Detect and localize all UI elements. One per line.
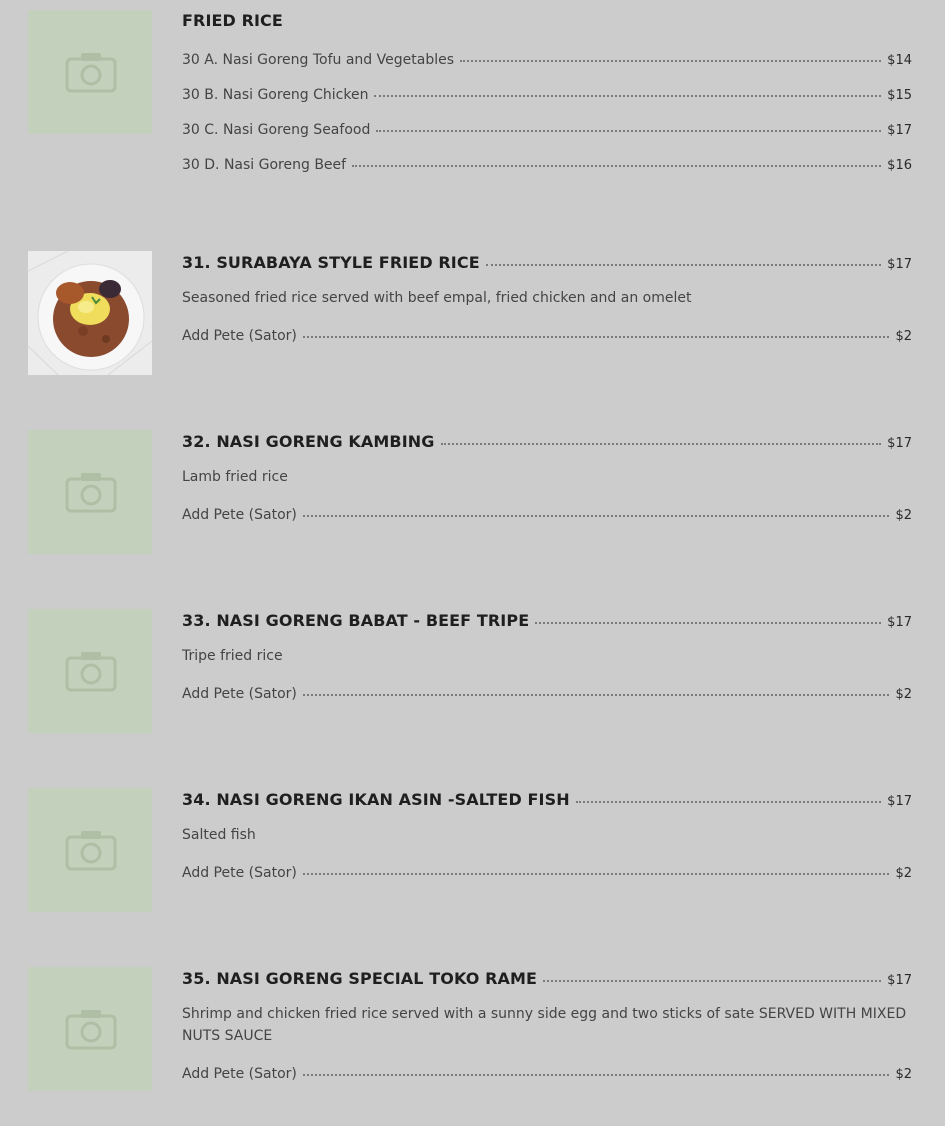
item-name: 30 C. Nasi Goreng Seafood xyxy=(182,122,371,138)
placeholder-image xyxy=(28,788,152,912)
dot-leader xyxy=(376,130,882,132)
addon-price: $2 xyxy=(895,866,912,881)
item-description: Seasoned fried rice served with beef emp… xyxy=(182,290,692,306)
item-name: 30 B. Nasi Goreng Chicken xyxy=(182,87,369,103)
addon-name: Add Pete (Sator) xyxy=(182,1066,297,1082)
camera-icon xyxy=(65,652,117,692)
addon-option[interactable]: Add Pete (Sator) $2 xyxy=(182,507,912,523)
dot-leader xyxy=(302,694,890,696)
addon-price: $2 xyxy=(895,329,912,344)
dot-leader xyxy=(302,1074,890,1076)
item-price: $17 xyxy=(887,123,912,138)
item-price: $17 xyxy=(887,794,912,809)
dot-leader xyxy=(374,95,882,97)
fried-rice-plate-image xyxy=(28,251,152,375)
placeholder-image xyxy=(28,430,152,554)
section-title: FRIED RICE xyxy=(182,11,283,30)
dot-leader xyxy=(302,873,890,875)
addon-price: $2 xyxy=(895,687,912,702)
addon-name: Add Pete (Sator) xyxy=(182,686,297,702)
camera-icon xyxy=(65,53,117,93)
menu-item-header[interactable]: 33. NASI GORENG BABAT - BEEF TRIPE $17 xyxy=(182,611,912,630)
item-description: Salted fish xyxy=(182,827,256,843)
item-price: $17 xyxy=(887,973,912,988)
dish-photo xyxy=(28,251,152,375)
addon-name: Add Pete (Sator) xyxy=(182,865,297,881)
item-title: 32. NASI GORENG KAMBING xyxy=(182,432,435,451)
addon-option[interactable]: Add Pete (Sator) $2 xyxy=(182,1066,912,1082)
dot-leader xyxy=(535,622,882,624)
addon-name: Add Pete (Sator) xyxy=(182,507,297,523)
menu-item-header[interactable]: 32. NASI GORENG KAMBING $17 xyxy=(182,432,912,451)
dot-leader xyxy=(485,264,882,266)
camera-icon xyxy=(65,1010,117,1050)
addon-option[interactable]: Add Pete (Sator) $2 xyxy=(182,686,912,702)
item-description: Shrimp and chicken fried rice served wit… xyxy=(182,1006,907,1044)
dot-leader xyxy=(302,336,890,338)
menu-item-header[interactable]: 35. NASI GORENG SPECIAL TOKO RAME $17 xyxy=(182,969,912,988)
item-name: 30 A. Nasi Goreng Tofu and Vegetables xyxy=(182,52,455,68)
dot-leader xyxy=(352,165,882,167)
placeholder-image xyxy=(28,609,152,733)
camera-icon xyxy=(65,473,117,513)
placeholder-image xyxy=(28,967,152,1091)
dot-leader xyxy=(302,515,890,517)
item-price: $17 xyxy=(887,257,912,272)
item-name: 30 D. Nasi Goreng Beef xyxy=(182,157,347,173)
item-price: $17 xyxy=(887,436,912,451)
item-price: $15 xyxy=(887,88,912,103)
dot-leader xyxy=(543,980,882,982)
addon-name: Add Pete (Sator) xyxy=(182,328,297,344)
menu-item-header[interactable]: 31. SURABAYA STYLE FRIED RICE $17 xyxy=(182,253,912,272)
placeholder-image xyxy=(28,10,152,134)
menu-item[interactable]: 30 D. Nasi Goreng Beef $16 xyxy=(182,157,912,173)
item-title: 34. NASI GORENG IKAN ASIN -SALTED FISH xyxy=(182,790,570,809)
menu-item[interactable]: 30 B. Nasi Goreng Chicken $15 xyxy=(182,87,912,103)
item-price: $14 xyxy=(887,53,912,68)
addon-option[interactable]: Add Pete (Sator) $2 xyxy=(182,865,912,881)
dot-leader xyxy=(440,443,882,445)
dot-leader xyxy=(460,60,882,62)
dot-leader xyxy=(575,801,882,803)
menu-item[interactable]: 30 C. Nasi Goreng Seafood $17 xyxy=(182,122,912,138)
item-price: $16 xyxy=(887,158,912,173)
item-description: Lamb fried rice xyxy=(182,469,288,485)
menu-item-header[interactable]: 34. NASI GORENG IKAN ASIN -SALTED FISH $… xyxy=(182,790,912,809)
item-description: Tripe fried rice xyxy=(182,648,283,664)
addon-price: $2 xyxy=(895,508,912,523)
camera-icon xyxy=(65,831,117,871)
item-title: 33. NASI GORENG BABAT - BEEF TRIPE xyxy=(182,611,530,630)
item-title: 35. NASI GORENG SPECIAL TOKO RAME xyxy=(182,969,538,988)
item-title: 31. SURABAYA STYLE FRIED RICE xyxy=(182,253,480,272)
item-price: $17 xyxy=(887,615,912,630)
addon-price: $2 xyxy=(895,1067,912,1082)
addon-option[interactable]: Add Pete (Sator) $2 xyxy=(182,328,912,344)
menu-item[interactable]: 30 A. Nasi Goreng Tofu and Vegetables $1… xyxy=(182,52,912,68)
